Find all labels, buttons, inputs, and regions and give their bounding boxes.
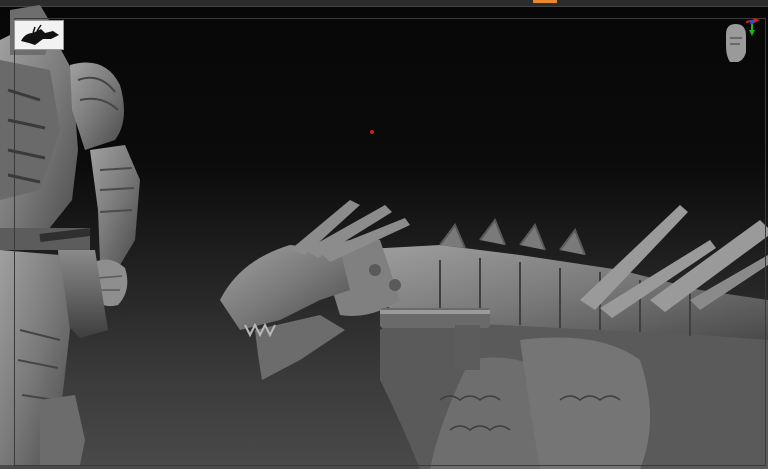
tool-thumbnail-icon[interactable] bbox=[14, 20, 64, 50]
dinosaur-creature[interactable] bbox=[220, 200, 768, 469]
head-orientation-gyro-icon[interactable] bbox=[716, 16, 762, 68]
sculpt-scene[interactable] bbox=[0, 0, 768, 469]
3d-viewport[interactable] bbox=[0, 0, 768, 469]
transpose-marker-icon bbox=[370, 130, 374, 134]
soldier-figure[interactable] bbox=[0, 5, 140, 465]
